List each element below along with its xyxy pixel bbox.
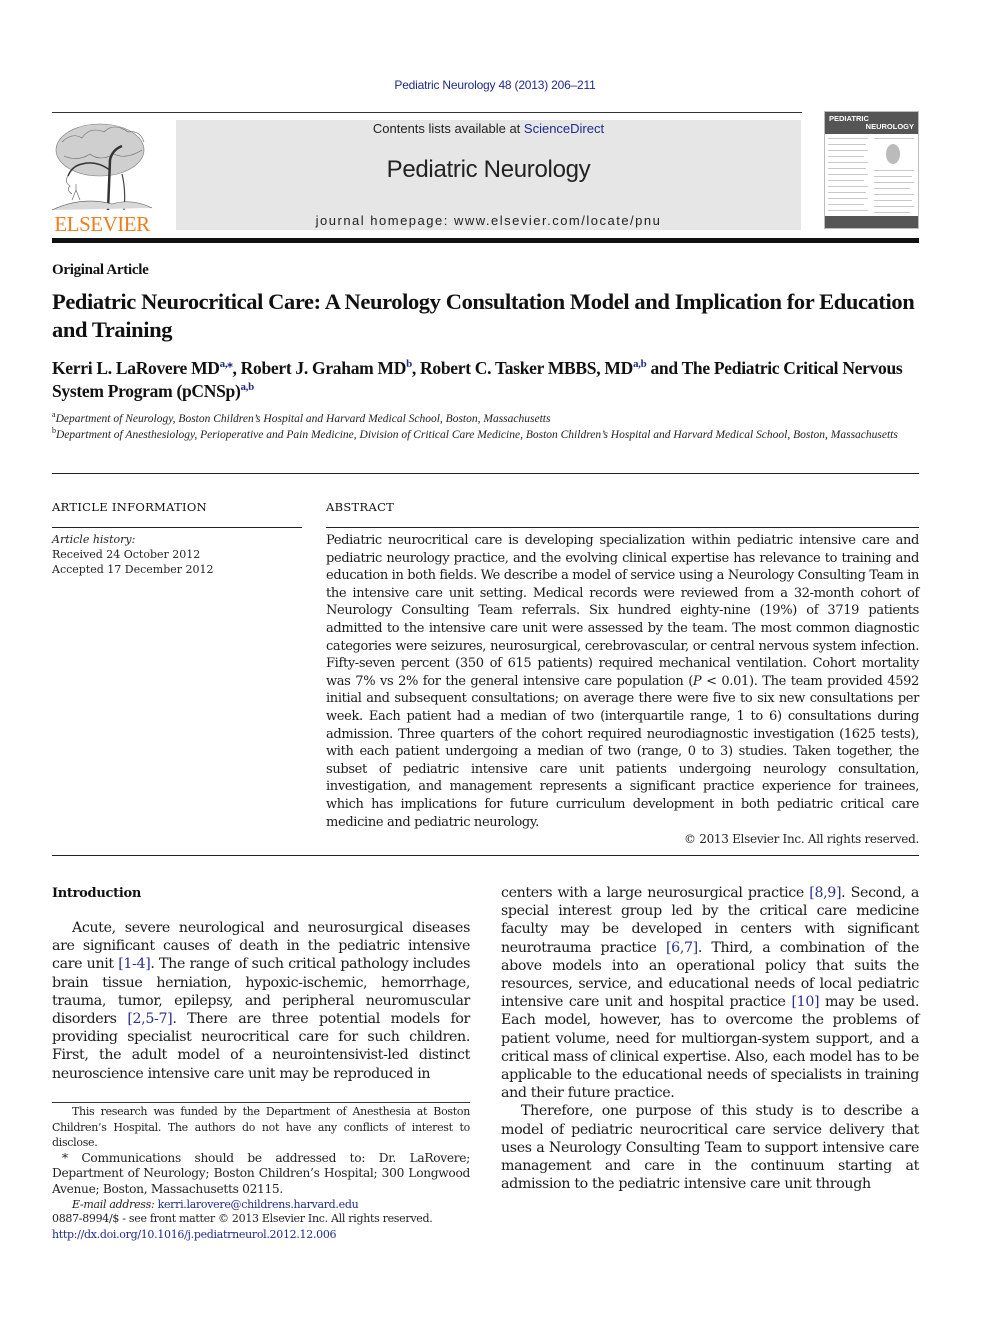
author-name: Kerri L. LaRovere MD [52, 358, 220, 378]
author-list: Kerri L. LaRovere MDa,⁎, Robert J. Graha… [52, 357, 932, 403]
header-thick-divider [52, 238, 919, 243]
divider [326, 527, 919, 528]
email-label: E-mail address: [72, 1198, 158, 1211]
affiliation-item: bDepartment of Anesthesiology, Periopera… [52, 427, 922, 443]
journal-citation-link[interactable]: Pediatric Neurology 48 (2013) 206–211 [394, 78, 595, 92]
journal-cover-thumbnail[interactable]: PEDIATRIC NEUROLOGY [824, 111, 919, 229]
citation-link[interactable]: [10] [791, 994, 819, 1010]
email-link[interactable]: kerri.larovere@childrens.harvard.edu [158, 1198, 359, 1211]
correspondence-note: * Communications should be addressed to:… [52, 1151, 470, 1198]
author-affiliation-link[interactable]: a,b [240, 381, 254, 393]
article-history: Article history: Received 24 October 201… [52, 532, 302, 577]
correspondence-text: Communications should be addressed to: D… [52, 1150, 470, 1196]
received-date: Received 24 October 2012 [52, 548, 201, 561]
cover-contents [828, 136, 915, 214]
funding-note: This research was funded by the Departme… [52, 1105, 470, 1149]
body-column-left: Acute, severe neurological and neurosurg… [52, 919, 470, 1083]
journal-banner: Contents lists available at ScienceDirec… [176, 120, 801, 230]
abstract-copyright: © 2013 Elsevier Inc. All rights reserved… [684, 832, 919, 846]
paragraph: Therefore, one purpose of this study is … [501, 1103, 919, 1193]
elsevier-wordmark: ELSEVIER [54, 212, 150, 236]
divider [52, 473, 919, 474]
issn-copyright: 0887-8994/$ - see front matter © 2013 El… [52, 1212, 433, 1225]
history-label: Article history: [52, 533, 136, 546]
text-run: centers with a large neurosurgical pract… [501, 885, 810, 901]
citation-link[interactable]: [8,9] [809, 885, 841, 901]
elsevier-tree-icon [52, 123, 152, 211]
article-type: Original Article [52, 262, 149, 278]
divider [52, 527, 302, 528]
divider [52, 855, 919, 856]
abstract-heading: ABSTRACT [326, 500, 395, 514]
text-run: may be used. Each model, however, has to… [501, 994, 919, 1102]
affiliations: aDepartment of Neurology, Boston Childre… [52, 411, 922, 443]
article-title: Pediatric Neurocritical Care: A Neurolog… [52, 289, 915, 342]
author-name: Robert C. Tasker MBBS, MD [420, 358, 633, 378]
footnote-divider [52, 1102, 470, 1103]
affiliation-text: Department of Neurology, Boston Children… [55, 413, 551, 425]
author-name: Robert J. Graham MD [240, 358, 407, 378]
paragraph: centers with a large neurosurgical pract… [501, 884, 919, 1102]
contents-availability: Contents lists available at ScienceDirec… [176, 121, 801, 136]
citation-link[interactable]: [2,5-7] [127, 1011, 172, 1027]
abstract-text: Pediatric neurocritical care is developi… [326, 532, 919, 831]
journal-citation[interactable]: Pediatric Neurology 48 (2013) 206–211 [0, 78, 990, 92]
cover-title-line2: NEUROLOGY [865, 122, 914, 131]
paragraph: Acute, severe neurological and neurosurg… [52, 919, 470, 1083]
contents-prefix: Contents lists available at [372, 121, 524, 136]
top-divider [52, 112, 802, 113]
body-column-right: centers with a large neurosurgical pract… [501, 884, 919, 1193]
citation-link[interactable]: [6,7] [666, 940, 698, 956]
footnotes: This research was funded by the Departme… [52, 1104, 470, 1213]
author-affiliation-link[interactable]: a,⁎ [220, 358, 233, 370]
abstract-text-part: Pediatric neurocritical care is developi… [326, 533, 919, 689]
author-separator: and [646, 358, 682, 378]
cover-title: PEDIATRIC NEUROLOGY [825, 112, 918, 134]
accepted-date: Accepted 17 December 2012 [52, 563, 214, 576]
doi-link[interactable]: http://dx.doi.org/10.1016/j.pediatrneuro… [52, 1228, 337, 1241]
journal-homepage[interactable]: journal homepage: www.elsevier.com/locat… [176, 213, 801, 228]
cover-footer [825, 216, 918, 228]
section-heading-introduction: Introduction [52, 886, 141, 901]
author-separator: , [411, 358, 421, 378]
affiliation-item: aDepartment of Neurology, Boston Childre… [52, 411, 922, 427]
affiliation-text: Department of Anesthesiology, Perioperat… [56, 429, 898, 441]
article-info-heading: ARTICLE INFORMATION [52, 500, 207, 514]
author-separator: , [232, 358, 241, 378]
citation-link[interactable]: [1-4] [118, 956, 151, 972]
cover-title-line1: PEDIATRIC [829, 114, 869, 123]
abstract-text-part: < 0.01). The team provided 4592 initial … [326, 673, 919, 830]
author-affiliation-link[interactable]: a,b [633, 358, 647, 370]
front-matter: 0887-8994/$ - see front matter © 2013 El… [52, 1211, 482, 1242]
journal-name: Pediatric Neurology [386, 156, 591, 183]
sciencedirect-link[interactable]: ScienceDirect [524, 121, 604, 136]
elsevier-logo[interactable]: ELSEVIER [52, 118, 152, 236]
